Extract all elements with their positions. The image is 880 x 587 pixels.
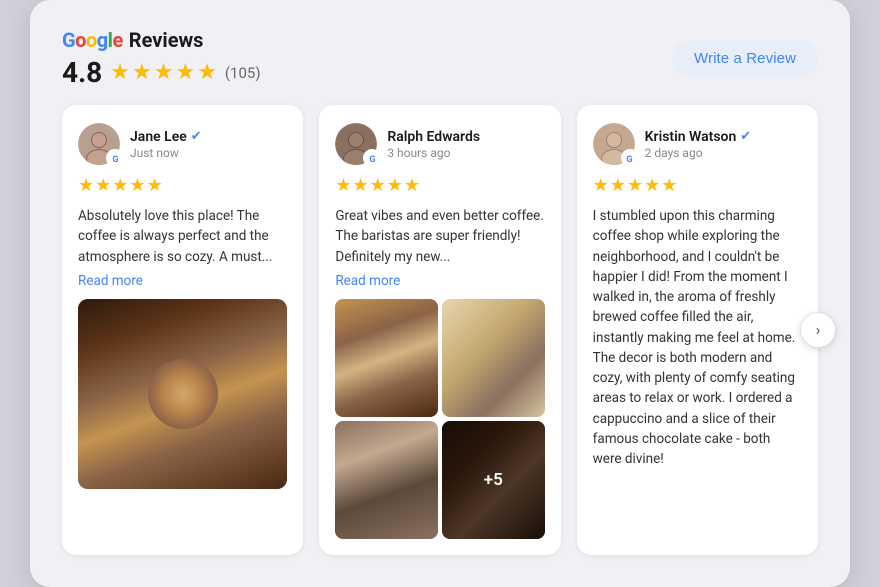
- reviews-container: G Jane Lee ✔ Just now ★ ★ ★ ★ ★: [62, 105, 818, 555]
- review-text-3: I stumbled upon this charming coffee sho…: [593, 206, 802, 469]
- google-reviews-widget: Google Reviews 4.8 ★ ★ ★ ★ ★ (105) Write…: [30, 0, 850, 587]
- title-row: Google Reviews: [62, 28, 261, 52]
- grid-image-woman: [335, 421, 438, 539]
- plus-overlay: +5: [442, 421, 545, 539]
- coffee-latte-image: [78, 299, 287, 489]
- star-4: ★: [175, 60, 195, 85]
- reviewer-name-1: Jane Lee: [130, 129, 187, 145]
- review-card-2: G Ralph Edwards 3 hours ago ★ ★ ★ ★ ★: [319, 105, 560, 555]
- grid-image-cake: [335, 299, 438, 417]
- review-time-2: 3 hours ago: [387, 146, 480, 160]
- verified-icon-3: ✔: [740, 129, 751, 144]
- google-badge-1: G: [106, 149, 124, 167]
- grid-image-cups: [442, 299, 545, 417]
- read-more-link-1[interactable]: Read more: [78, 273, 287, 289]
- reviewer-row-2: G Ralph Edwards 3 hours ago: [335, 123, 544, 165]
- reviewer-row-3: G Kristin Watson ✔ 2 days ago: [593, 123, 802, 165]
- image-grid-2: +5: [335, 299, 544, 539]
- grid-image-dark-coffee: +5: [442, 421, 545, 539]
- reviewer-name-row-3: Kristin Watson ✔: [645, 129, 752, 145]
- reviewer-info-2: Ralph Edwards 3 hours ago: [387, 129, 480, 160]
- review-card-1: G Jane Lee ✔ Just now ★ ★ ★ ★ ★: [62, 105, 303, 555]
- review-count: (105): [225, 64, 261, 82]
- reviewer-row-1: G Jane Lee ✔ Just now: [78, 123, 287, 165]
- avatar-wrapper-1: G: [78, 123, 120, 165]
- star-2: ★: [132, 60, 152, 85]
- header-left: Google Reviews 4.8 ★ ★ ★ ★ ★ (105): [62, 28, 261, 89]
- review-images-2: +5: [335, 299, 544, 539]
- next-arrow-button[interactable]: ›: [800, 312, 836, 348]
- star-1: ★: [110, 60, 130, 85]
- google-badge-3: G: [621, 149, 639, 167]
- reviewer-name-row-2: Ralph Edwards: [387, 129, 480, 145]
- reviewer-name-row-1: Jane Lee ✔: [130, 129, 202, 145]
- review-time-3: 2 days ago: [645, 146, 752, 160]
- reviewer-name-2: Ralph Edwards: [387, 129, 480, 145]
- reviewer-info-3: Kristin Watson ✔ 2 days ago: [645, 129, 752, 160]
- card-stars-3: ★ ★ ★ ★ ★: [593, 175, 802, 196]
- widget-header: Google Reviews 4.8 ★ ★ ★ ★ ★ (105) Write…: [62, 28, 818, 89]
- read-more-link-2[interactable]: Read more: [335, 273, 544, 289]
- reviews-label: Reviews: [129, 28, 204, 52]
- card-stars-1: ★ ★ ★ ★ ★: [78, 175, 287, 196]
- reviewer-info-1: Jane Lee ✔ Just now: [130, 129, 202, 160]
- review-time-1: Just now: [130, 146, 202, 160]
- card-stars-2: ★ ★ ★ ★ ★: [335, 175, 544, 196]
- review-images-1: [78, 299, 287, 539]
- rating-row: 4.8 ★ ★ ★ ★ ★ (105): [62, 56, 261, 89]
- overall-stars: ★ ★ ★ ★ ★: [110, 60, 217, 85]
- review-text-1: Absolutely love this place! The coffee i…: [78, 206, 287, 267]
- review-image-single-1: [78, 299, 287, 489]
- svg-text:G: G: [112, 155, 118, 165]
- reviewer-name-3: Kristin Watson: [645, 129, 737, 145]
- svg-text:G: G: [369, 155, 375, 165]
- star-5: ★: [197, 60, 217, 85]
- star-3: ★: [154, 60, 174, 85]
- google-badge-2: G: [363, 149, 381, 167]
- svg-text:G: G: [627, 155, 633, 165]
- avatar-wrapper-2: G: [335, 123, 377, 165]
- write-review-button[interactable]: Write a Review: [672, 40, 818, 77]
- rating-number: 4.8: [62, 56, 102, 89]
- review-card-3: G Kristin Watson ✔ 2 days ago ★ ★ ★ ★ ★: [577, 105, 818, 555]
- review-text-2: Great vibes and even better coffee. The …: [335, 206, 544, 267]
- google-logo: Google: [62, 28, 123, 52]
- verified-icon-1: ✔: [191, 129, 202, 144]
- avatar-wrapper-3: G: [593, 123, 635, 165]
